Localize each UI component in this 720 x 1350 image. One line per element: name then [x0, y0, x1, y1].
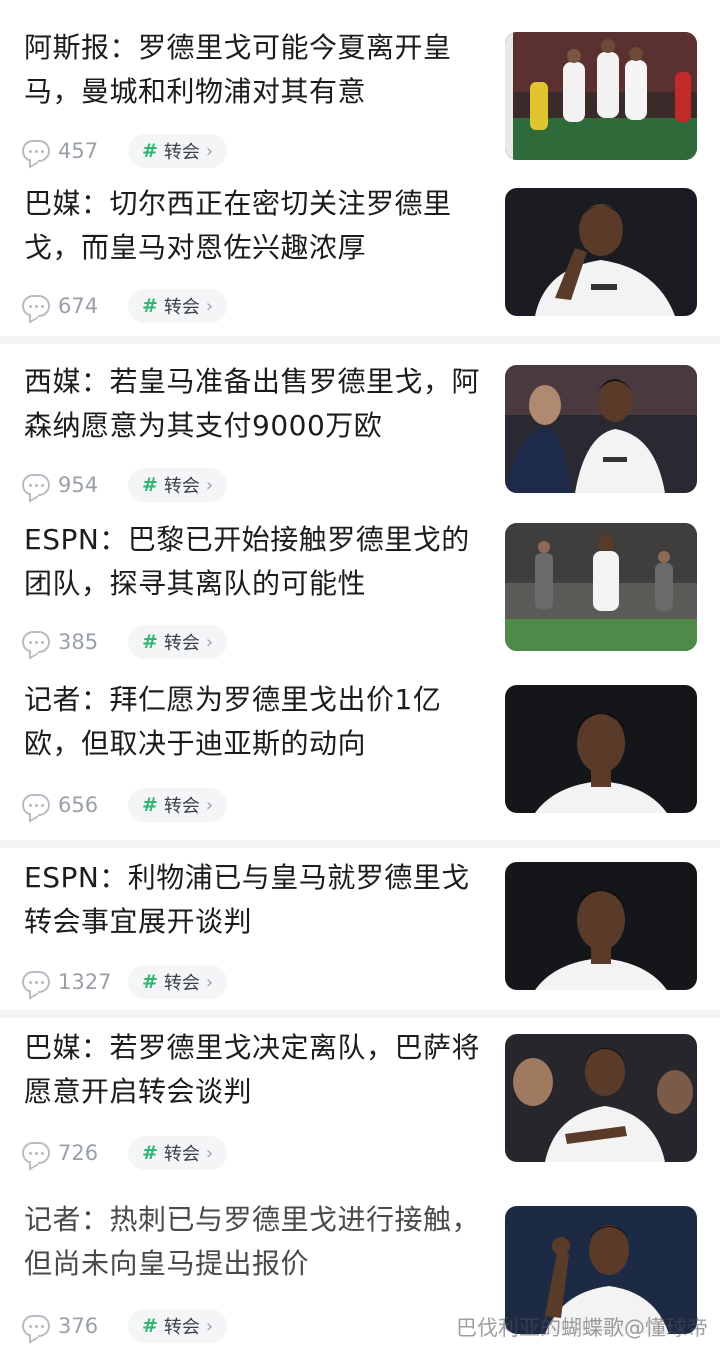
- article-thumbnail[interactable]: [505, 862, 697, 990]
- article-meta: 385 # 转会 ›: [22, 625, 228, 659]
- section-divider: [0, 840, 720, 848]
- article-title[interactable]: 记者：拜仁愿为罗德里戈出价1亿欧，但取决于迪亚斯的动向: [24, 678, 484, 766]
- tag-chip[interactable]: # 转会 ›: [128, 965, 228, 999]
- article-title[interactable]: 巴媒：切尔西正在密切关注罗德里戈，而皇马对恩佐兴趣浓厚: [24, 182, 484, 270]
- tag-label: 转会: [163, 142, 200, 163]
- watermark: 巴伐利亚的蝴蝶歌@懂球帝: [456, 1316, 708, 1340]
- article-card[interactable]: 巴媒：若罗德里戈决定离队，巴萨将愿意开启转会谈判 726 # 转会 ›: [0, 1018, 720, 1188]
- chevron-right-icon: ›: [205, 295, 214, 317]
- article-card[interactable]: 西媒：若皇马准备出售罗德里戈，阿森纳愿意为其支付9000万欧 954 # 转会 ›: [0, 344, 720, 504]
- chevron-right-icon: ›: [205, 1142, 214, 1164]
- chevron-right-icon: ›: [205, 794, 214, 816]
- tag-chip[interactable]: # 转会 ›: [128, 788, 228, 822]
- comment-bubble-icon: [22, 971, 50, 993]
- article-thumbnail[interactable]: [505, 188, 697, 316]
- comment-bubble-icon: [22, 631, 50, 653]
- comment-count: 385: [58, 630, 99, 654]
- comment-count: 656: [58, 793, 99, 817]
- chevron-right-icon: ›: [205, 1315, 214, 1337]
- chevron-right-icon: ›: [205, 971, 214, 993]
- article-thumbnail[interactable]: [505, 523, 697, 651]
- hash-icon: #: [142, 140, 158, 162]
- article-title[interactable]: 记者：热刺已与罗德里戈进行接触，但尚未向皇马提出报价: [24, 1198, 484, 1286]
- article-card[interactable]: ESPN：利物浦已与皇马就罗德里戈转会事宜展开谈判 1327 # 转会 ›: [0, 848, 720, 1010]
- article-card[interactable]: 巴媒：切尔西正在密切关注罗德里戈，而皇马对恩佐兴趣浓厚 674 # 转会 ›: [0, 172, 720, 336]
- article-card[interactable]: 记者：拜仁愿为罗德里戈出价1亿欧，但取决于迪亚斯的动向 656 # 转会 ›: [0, 664, 720, 840]
- article-title[interactable]: 阿斯报：罗德里戈可能今夏离开皇马，曼城和利物浦对其有意: [24, 26, 484, 114]
- tag-label: 转会: [163, 633, 200, 654]
- hash-icon: #: [142, 631, 158, 653]
- article-meta: 656 # 转会 ›: [22, 788, 228, 822]
- tag-chip[interactable]: # 转会 ›: [128, 289, 228, 323]
- article-card[interactable]: ESPN：巴黎已开始接触罗德里戈的团队，探寻其离队的可能性 385 # 转会 ›: [0, 504, 720, 664]
- hash-icon: #: [142, 794, 158, 816]
- tag-label: 转会: [163, 796, 200, 817]
- comment-count: 457: [58, 139, 99, 163]
- article-thumbnail[interactable]: [505, 32, 697, 160]
- article-title[interactable]: ESPN：巴黎已开始接触罗德里戈的团队，探寻其离队的可能性: [24, 518, 484, 606]
- article-meta: 726 # 转会 ›: [22, 1136, 228, 1170]
- tag-chip[interactable]: # 转会 ›: [128, 1309, 228, 1343]
- comment-count: 1327: [58, 970, 112, 994]
- tag-chip[interactable]: # 转会 ›: [128, 625, 228, 659]
- tag-label: 转会: [163, 476, 200, 497]
- article-card[interactable]: 阿斯报：罗德里戈可能今夏离开皇马，曼城和利物浦对其有意 457 # 转会 ›: [0, 0, 720, 172]
- hash-icon: #: [142, 971, 158, 993]
- comment-bubble-icon: [22, 295, 50, 317]
- comment-count: 954: [58, 473, 99, 497]
- section-divider: [0, 336, 720, 344]
- tag-label: 转会: [163, 1144, 200, 1165]
- tag-chip[interactable]: # 转会 ›: [128, 468, 228, 502]
- section-divider: [0, 1010, 720, 1018]
- hash-icon: #: [142, 1142, 158, 1164]
- comment-bubble-icon: [22, 474, 50, 496]
- hash-icon: #: [142, 1315, 158, 1337]
- comment-bubble-icon: [22, 140, 50, 162]
- tag-label: 转会: [163, 1317, 200, 1338]
- chevron-right-icon: ›: [205, 140, 214, 162]
- article-thumbnail[interactable]: [505, 685, 697, 813]
- article-meta: 674 # 转会 ›: [22, 289, 228, 323]
- article-title[interactable]: 西媒：若皇马准备出售罗德里戈，阿森纳愿意为其支付9000万欧: [24, 360, 484, 448]
- comment-bubble-icon: [22, 794, 50, 816]
- tag-chip[interactable]: # 转会 ›: [128, 1136, 228, 1170]
- article-title[interactable]: 巴媒：若罗德里戈决定离队，巴萨将愿意开启转会谈判: [24, 1026, 484, 1114]
- tag-chip[interactable]: # 转会 ›: [128, 134, 228, 168]
- comment-bubble-icon: [22, 1315, 50, 1337]
- comment-count: 376: [58, 1314, 99, 1338]
- news-feed: 阿斯报：罗德里戈可能今夏离开皇马，曼城和利物浦对其有意 457 # 转会 › 巴…: [0, 0, 720, 1350]
- article-thumbnail[interactable]: [505, 365, 697, 493]
- article-thumbnail[interactable]: [505, 1034, 697, 1162]
- chevron-right-icon: ›: [205, 474, 214, 496]
- comment-count: 726: [58, 1141, 99, 1165]
- article-meta: 457 # 转会 ›: [22, 134, 228, 168]
- article-title[interactable]: ESPN：利物浦已与皇马就罗德里戈转会事宜展开谈判: [24, 856, 484, 944]
- article-meta: 376 # 转会 ›: [22, 1309, 228, 1343]
- tag-label: 转会: [163, 973, 200, 994]
- chevron-right-icon: ›: [205, 631, 214, 653]
- article-meta: 1327 # 转会 ›: [22, 965, 228, 999]
- hash-icon: #: [142, 474, 158, 496]
- hash-icon: #: [142, 295, 158, 317]
- article-meta: 954 # 转会 ›: [22, 468, 228, 502]
- comment-count: 674: [58, 294, 99, 318]
- comment-bubble-icon: [22, 1142, 50, 1164]
- tag-label: 转会: [163, 297, 200, 318]
